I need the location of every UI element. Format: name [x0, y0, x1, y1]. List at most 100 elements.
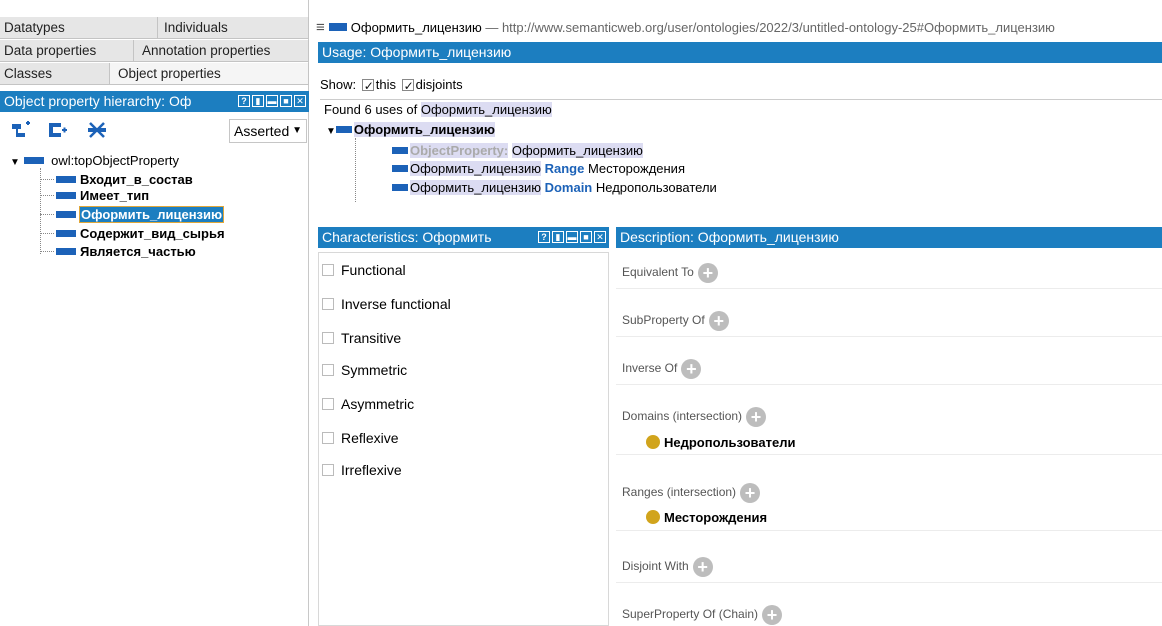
characteristics-list: Functional Inverse functional Transitive…	[318, 252, 609, 626]
add-icon[interactable]: +	[681, 358, 702, 379]
tree-node-label: Содержит_вид_сырья	[80, 226, 225, 241]
tree-node-selected[interactable]: Оформить_лицензию	[56, 206, 225, 223]
maximize-icon[interactable]: ■	[280, 95, 292, 107]
usage-subject: Оформить_лицензию	[511, 143, 643, 158]
add-sub-property-button[interactable]	[10, 119, 34, 141]
domain-item-label: Недропользователи	[664, 435, 796, 450]
expand-triangle-icon: ▼	[326, 126, 336, 137]
tree-guide	[355, 138, 356, 202]
section-ranges: Ranges (intersection) +	[622, 480, 761, 504]
split-vertical-icon[interactable]: ▮	[552, 231, 564, 243]
help-icon[interactable]: ?	[538, 231, 550, 243]
close-icon[interactable]: ✕	[294, 95, 306, 107]
description-area: Equivalent To + SubProperty Of + Inverse O…	[616, 252, 1162, 626]
checkbox[interactable]	[322, 398, 334, 410]
characteristic-inverse-functional[interactable]: Inverse functional	[322, 295, 451, 313]
checkbox[interactable]	[322, 364, 334, 376]
usage-keyword: ObjectProperty:	[410, 143, 509, 158]
split-vertical-icon[interactable]: ▮	[252, 95, 264, 107]
delete-property-button[interactable]	[85, 119, 109, 141]
tree-node[interactable]: Имеет_тип	[56, 188, 149, 203]
add-icon[interactable]: +	[740, 482, 761, 503]
show-disjoints-label: disjoints	[415, 77, 463, 92]
add-icon[interactable]: +	[692, 556, 713, 577]
tab-individuals[interactable]: Individuals	[158, 17, 309, 39]
usage-line[interactable]: ObjectProperty: Оформить_лицензию	[392, 143, 643, 159]
description-header-title: Description: Оформить_лицензию	[620, 229, 839, 245]
add-icon[interactable]: +	[708, 310, 729, 331]
tree-guide	[40, 195, 54, 196]
tab-object-properties[interactable]: Object properties	[110, 63, 309, 85]
tab-datatypes[interactable]: Datatypes	[0, 17, 158, 39]
object-property-icon	[392, 165, 408, 172]
tab-row-2: Data properties Annotation properties	[0, 40, 309, 62]
header-icons: ? ▮ ▬ ■ ✕	[538, 231, 606, 243]
view-mode-value: Asserted	[234, 123, 290, 139]
section-label: SuperProperty Of (Chain)	[622, 607, 759, 621]
show-this-label: this	[375, 77, 396, 92]
usage-subject: Оформить_лицензию	[410, 180, 541, 195]
chevron-down-icon: ▼	[292, 125, 302, 136]
characteristics-header: Characteristics: Оформить ? ▮ ▬ ■ ✕	[318, 227, 609, 248]
characteristic-symmetric[interactable]: Symmetric	[322, 361, 407, 379]
tab-row-1: Datatypes Individuals	[0, 17, 309, 39]
close-icon[interactable]: ✕	[594, 231, 606, 243]
tab-classes[interactable]: Classes	[0, 63, 110, 85]
object-property-icon	[56, 230, 76, 237]
property-tree: ▼ owl:topObjectProperty Входит_в_состав …	[0, 150, 309, 350]
tree-node-label: Является_частью	[80, 244, 196, 259]
divider	[616, 454, 1162, 455]
usage-object: Недропользователи	[595, 180, 717, 195]
tab-data-properties[interactable]: Data properties	[0, 40, 134, 62]
menu-icon[interactable]: ≡	[316, 19, 325, 36]
usage-keyword: Domain	[544, 180, 593, 195]
characteristic-transitive[interactable]: Transitive	[322, 329, 401, 347]
characteristics-header-title: Characteristics: Оформить	[322, 229, 492, 245]
checkbox[interactable]	[322, 332, 334, 344]
characteristic-functional[interactable]: Functional	[322, 261, 406, 279]
checkbox[interactable]	[322, 264, 334, 276]
tab-annotation-properties[interactable]: Annotation properties	[134, 40, 309, 62]
domain-item[interactable]: Недропользователи	[646, 434, 795, 452]
section-inverse-of: Inverse Of +	[622, 356, 702, 380]
tree-guide	[40, 179, 54, 180]
characteristic-asymmetric[interactable]: Asymmetric	[322, 395, 414, 413]
checkbox[interactable]	[322, 464, 334, 476]
characteristic-label: Symmetric	[341, 362, 408, 378]
tree-node[interactable]: Содержит_вид_сырья	[56, 226, 225, 241]
add-icon[interactable]: +	[746, 406, 767, 427]
view-mode-select[interactable]: Asserted ▼	[229, 119, 307, 143]
maximize-icon[interactable]: ■	[580, 231, 592, 243]
section-label: SubProperty Of	[622, 313, 705, 327]
usage-line[interactable]: Оформить_лицензию Domain Недропользовате…	[392, 180, 717, 196]
help-icon[interactable]: ?	[238, 95, 250, 107]
split-horizontal-icon[interactable]: ▬	[566, 231, 578, 243]
show-this-checkbox[interactable]	[361, 77, 374, 95]
checkbox[interactable]	[322, 298, 334, 310]
entity-name: Оформить_лицензию	[350, 20, 482, 35]
tree-node[interactable]: Входит_в_состав	[56, 172, 193, 187]
usage-root-node[interactable]: ▼ Оформить_лицензию	[326, 122, 496, 138]
characteristic-reflexive[interactable]: Reflexive	[322, 429, 399, 447]
add-icon[interactable]: +	[697, 262, 718, 283]
found-name: Оформить_лицензию	[420, 102, 552, 117]
show-options: Show: this disjoints	[320, 76, 463, 95]
object-property-icon	[56, 176, 76, 183]
tree-node[interactable]: Является_частью	[56, 244, 196, 259]
range-item-label: Месторождения	[664, 510, 768, 525]
range-item[interactable]: Месторождения	[646, 509, 767, 527]
checkbox[interactable]	[322, 432, 334, 444]
split-horizontal-icon[interactable]: ▬	[266, 95, 278, 107]
show-disjoints-checkbox[interactable]	[401, 77, 414, 95]
usage-line[interactable]: Оформить_лицензию Range Месторождения	[392, 161, 685, 177]
divider	[616, 384, 1162, 385]
add-sibling-property-button[interactable]	[46, 119, 70, 141]
section-subproperty-of: SubProperty Of +	[622, 308, 729, 332]
divider	[616, 582, 1162, 583]
class-icon	[646, 435, 660, 449]
expand-triangle-icon: ▼	[10, 157, 20, 168]
section-label: Ranges (intersection)	[622, 485, 737, 499]
add-icon[interactable]: +	[762, 604, 783, 625]
characteristic-irreflexive[interactable]: Irreflexive	[322, 461, 402, 479]
tree-node-root[interactable]: ▼ owl:topObjectProperty	[10, 153, 179, 168]
